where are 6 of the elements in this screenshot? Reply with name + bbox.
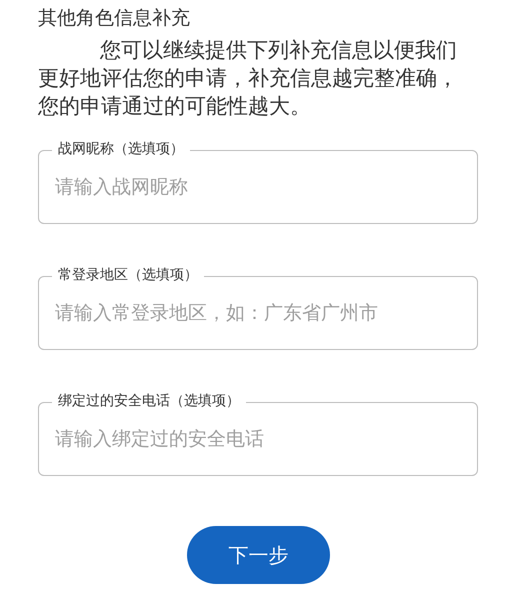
section-title: 其他角色信息补充 — [38, 6, 191, 30]
next-button[interactable]: 下一步 — [187, 526, 330, 584]
intro-text: 您可以继续提供下列补充信息以便我们更好地评估您的申请，补充信息越完整准确，您的申请通过的可能性越大。 — [38, 37, 458, 120]
field-label: 绑定过的安全电话（选填项） — [52, 392, 246, 410]
field-label: 常登录地区（选填项） — [52, 266, 204, 284]
field-label: 战网昵称（选填项） — [52, 140, 190, 158]
